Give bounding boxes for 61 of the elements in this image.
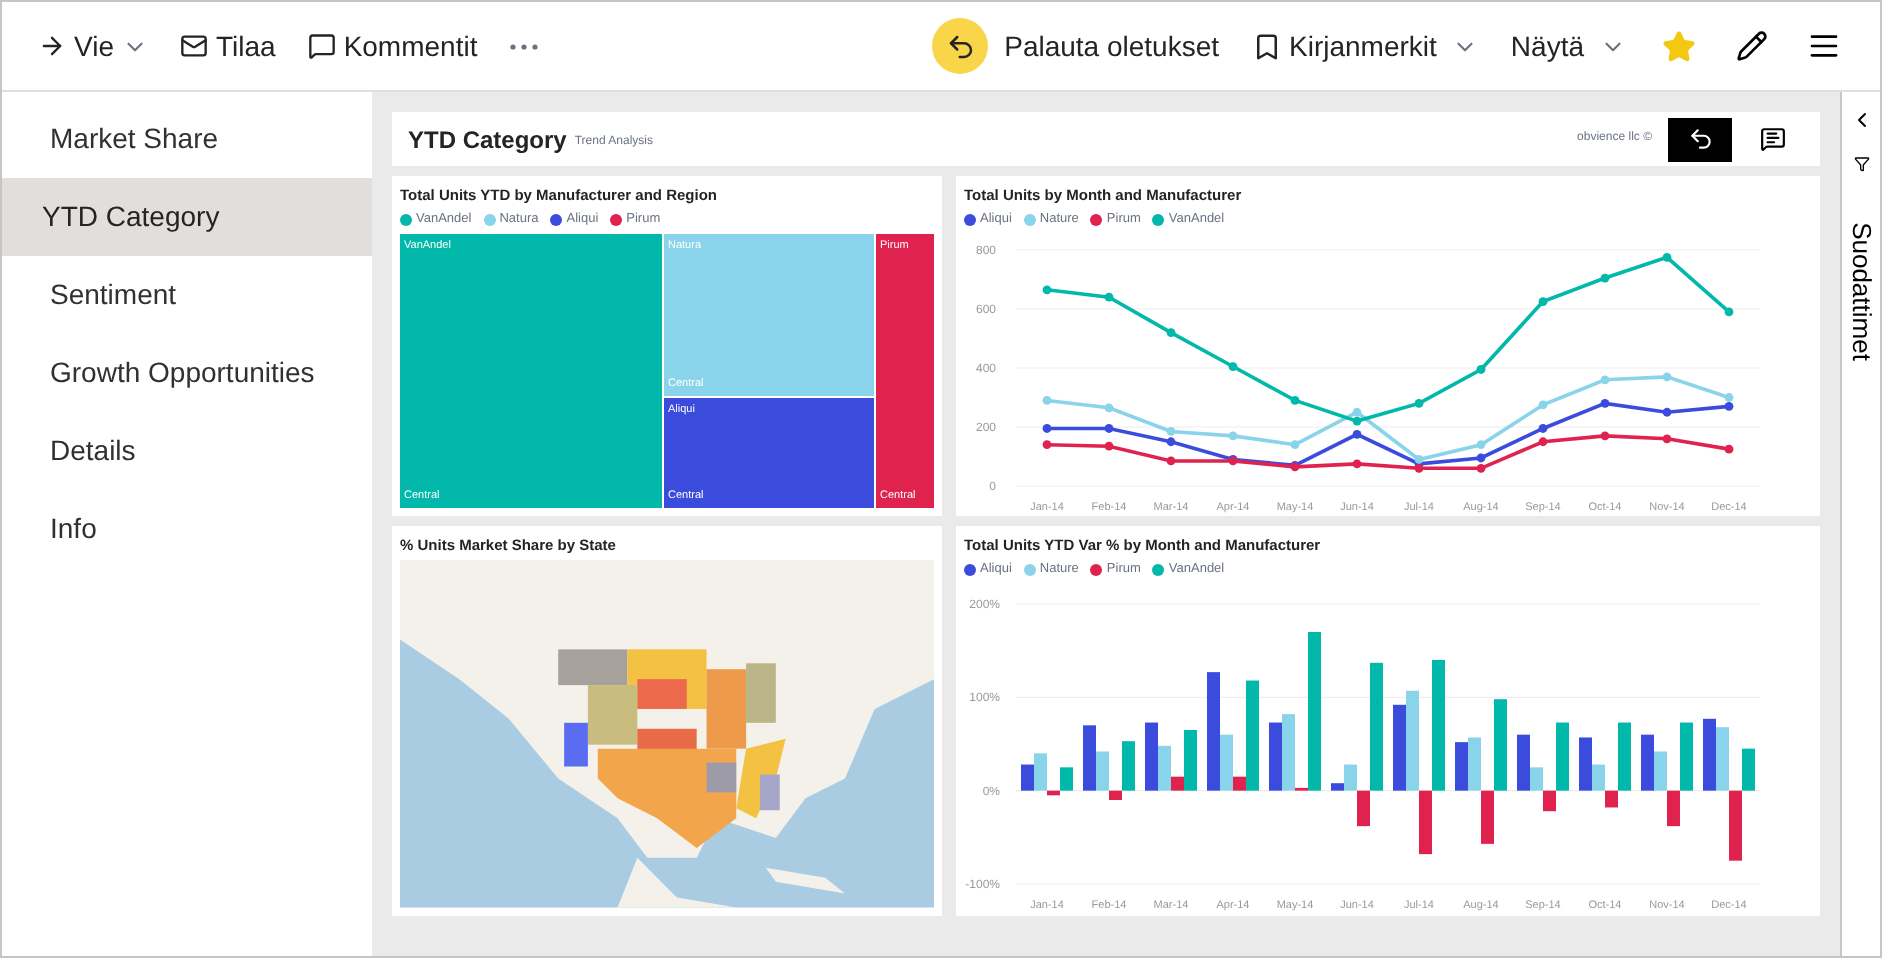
pencil-icon [1736,30,1768,62]
data-point [1476,365,1486,374]
data-point [1724,444,1734,454]
filter-icon [1853,156,1869,172]
comments-button[interactable]: Kommentit [295,17,490,75]
data-point [1166,456,1176,466]
data-point [1042,440,1052,450]
comment-icon [1759,126,1785,152]
data-point [1724,307,1734,317]
menu-icon [1808,30,1840,62]
data-point [1600,375,1610,385]
data-point [1104,292,1114,302]
mail-icon [179,32,208,60]
data-point [1662,407,1672,417]
data-point [1476,440,1486,450]
sidebar-item[interactable]: Details [2,412,372,490]
data-point [1538,424,1548,433]
data-point [1600,431,1610,441]
export-button[interactable]: Vie [26,17,160,75]
data-point [1290,462,1300,472]
sidebar-item[interactable]: Info [2,490,372,568]
subscribe-button[interactable]: Tilaa [167,17,288,75]
data-point [1538,400,1548,410]
data-point [1104,403,1114,413]
arrow-right-icon [38,32,66,60]
data-point [1538,437,1548,447]
data-point [1042,285,1052,295]
sidebar-item[interactable]: Growth Opportunities [2,334,372,412]
data-point [1166,328,1176,337]
data-point [1600,273,1610,283]
sidebar-item[interactable]: Sentiment [2,256,372,334]
bookmarks-button[interactable]: Kirjanmerkit [1239,17,1491,75]
sidebar-item[interactable]: Market Share [2,100,372,178]
report-title: YTD Category [408,123,567,157]
data-point [1352,430,1362,439]
data-point [1042,424,1052,433]
data-point [1104,424,1114,433]
data-point [1290,440,1300,450]
data-point [1662,372,1672,382]
bookmark-icon [1251,31,1282,61]
sidebar-item[interactable]: YTD Category [2,178,372,256]
view-button[interactable]: Näytä [1498,17,1638,75]
data-point [1228,431,1238,441]
filters-label[interactable]: Suodattimet [1841,222,1880,361]
data-point [1228,362,1238,371]
data-point [1290,396,1300,405]
data-point [1352,459,1362,469]
back-button[interactable] [1668,117,1732,161]
data-point [1662,253,1672,262]
reset-button[interactable]: Palauta oletukset [920,10,1232,82]
data-point [1104,441,1114,451]
data-point [1042,396,1052,405]
star-icon [1662,29,1696,63]
undo-icon [932,18,989,74]
data-point [1538,297,1548,306]
ellipsis-icon [509,43,538,49]
data-point [1600,399,1610,408]
comment-icon [307,32,336,60]
data-point [1662,434,1672,444]
data-point [1414,399,1424,408]
undo-icon [1687,126,1713,152]
